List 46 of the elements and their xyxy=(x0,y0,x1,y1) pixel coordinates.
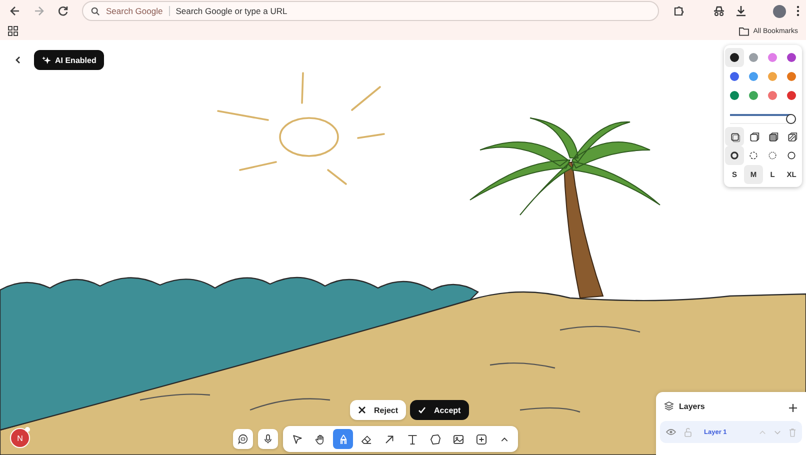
circle-stroke-icon xyxy=(729,150,740,161)
shape-icon xyxy=(428,432,442,446)
reject-button[interactable]: Reject xyxy=(350,400,406,420)
fill-style-button[interactable] xyxy=(725,127,744,146)
circle-stroke-icon xyxy=(767,150,778,161)
fill-style-icon xyxy=(748,130,760,142)
address-bar[interactable]: Search Google Search Google or type a URL xyxy=(82,1,659,21)
layers-title: Layers xyxy=(679,402,705,410)
image-icon xyxy=(452,432,464,446)
ai-enabled-button[interactable]: AI Enabled xyxy=(34,50,104,70)
forward-arrow-icon xyxy=(33,5,45,17)
fill-style-icon xyxy=(728,130,740,142)
checkmark-icon xyxy=(418,406,426,414)
color-swatch[interactable] xyxy=(725,48,744,67)
microphone-icon xyxy=(262,433,274,445)
apps-grid-icon[interactable] xyxy=(8,26,18,36)
slider-thumb[interactable] xyxy=(786,114,796,124)
mic-button[interactable] xyxy=(258,429,278,449)
search-icon xyxy=(91,6,100,16)
back-arrow-icon xyxy=(9,5,21,17)
folder-icon xyxy=(739,26,750,36)
address-placeholder: Search Google or type a URL xyxy=(176,6,288,16)
circle-stroke-icon xyxy=(786,150,797,161)
search-engine-chip[interactable]: Search Google xyxy=(106,6,170,16)
fill-style-icon xyxy=(766,130,778,142)
close-icon xyxy=(358,406,366,414)
stroke-style-button[interactable] xyxy=(725,146,744,165)
layers-icon xyxy=(664,401,674,411)
hand-icon xyxy=(314,432,326,446)
add-layer-button[interactable] xyxy=(788,401,798,411)
chat-icon xyxy=(237,433,249,445)
puzzle-icon[interactable] xyxy=(673,5,685,17)
download-icon[interactable] xyxy=(735,5,747,17)
sparkle-icon xyxy=(42,56,51,64)
accept-button[interactable]: Accept xyxy=(410,400,469,420)
select-arrow-icon xyxy=(290,432,304,446)
profile-avatar[interactable] xyxy=(773,4,786,18)
reload-icon xyxy=(57,5,69,17)
plus-square-icon xyxy=(474,432,488,446)
text-icon xyxy=(406,432,418,446)
incognito-icon[interactable] xyxy=(713,5,725,17)
eye-icon[interactable] xyxy=(666,428,676,436)
menu-icon[interactable] xyxy=(796,5,800,17)
circle-stroke-icon xyxy=(748,150,759,161)
fill-style-icon xyxy=(786,130,798,142)
chat-button[interactable] xyxy=(233,429,253,449)
